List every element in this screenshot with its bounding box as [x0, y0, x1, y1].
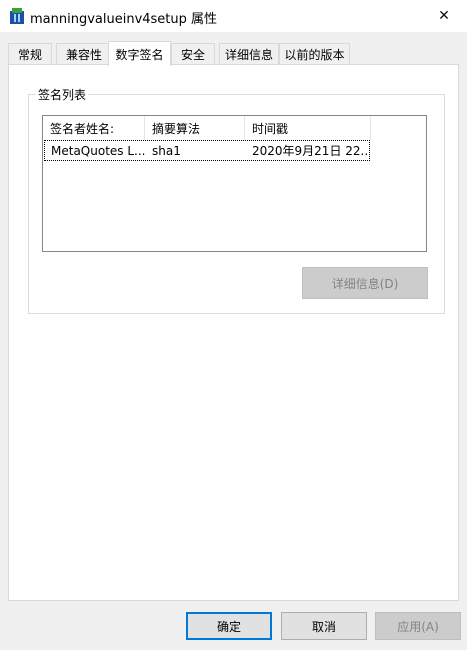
signature-listview[interactable]: 签名者姓名: 摘要算法 时间戳 MetaQuotes L... sha1 202…	[42, 115, 427, 252]
timestamp-cell: 2020年9月21日 22...	[252, 144, 369, 158]
digest-algorithm-cell: sha1	[152, 143, 181, 158]
cancel-button[interactable]: 取消	[281, 612, 367, 640]
column-header-digest[interactable]: 摘要算法	[145, 116, 245, 140]
apply-button[interactable]: 应用(A)	[375, 612, 461, 640]
signature-list-group: 签名列表 签名者姓名: 摘要算法 时间戳 MetaQuotes L... sha…	[28, 86, 445, 314]
tab-general[interactable]: 常规	[8, 43, 52, 65]
signer-name-cell: MetaQuotes L...	[51, 143, 146, 158]
column-header-signer[interactable]: 签名者姓名:	[43, 116, 145, 140]
column-header-timestamp[interactable]: 时间戳	[245, 116, 371, 140]
signature-details-button[interactable]: 详细信息(D)	[302, 267, 428, 299]
installer-app-icon	[9, 7, 25, 25]
title-bar: manningvalueinv4setup 属性 ✕	[0, 0, 467, 32]
tab-previous-versions[interactable]: 以前的版本	[279, 43, 350, 65]
listview-header: 签名者姓名: 摘要算法 时间戳	[43, 116, 426, 140]
window-title: manningvalueinv4setup 属性	[30, 12, 218, 27]
tab-digital-signatures[interactable]: 数字签名	[108, 41, 171, 66]
ok-button[interactable]: 确定	[186, 612, 272, 640]
tab-security[interactable]: 安全	[171, 43, 215, 65]
tab-panel: 签名列表 签名者姓名: 摘要算法 时间戳 MetaQuotes L... sha…	[8, 64, 459, 601]
close-button[interactable]: ✕	[421, 0, 467, 32]
signature-list-label: 签名列表	[36, 86, 89, 103]
tab-details[interactable]: 详细信息	[219, 43, 279, 65]
signature-row[interactable]: MetaQuotes L... sha1 2020年9月21日 22...	[44, 140, 370, 161]
tab-compatibility[interactable]: 兼容性	[56, 43, 112, 65]
